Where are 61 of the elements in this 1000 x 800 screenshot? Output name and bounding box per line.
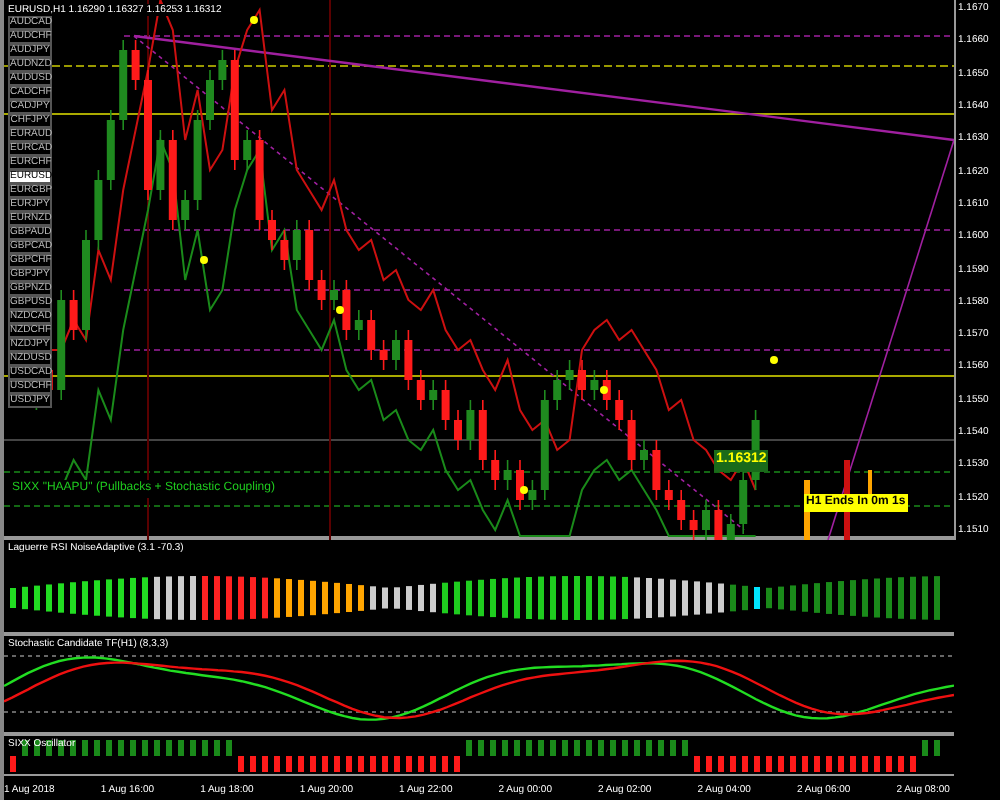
candlestick <box>243 129 252 171</box>
candlestick <box>94 169 103 251</box>
candlestick <box>491 449 500 491</box>
candlestick <box>57 289 66 401</box>
candlestick <box>466 399 475 451</box>
candlestick <box>206 69 214 131</box>
candlestick <box>255 129 264 231</box>
candlestick <box>689 509 698 540</box>
signal-dot <box>250 16 258 24</box>
candlestick <box>528 479 537 511</box>
candlestick <box>615 389 624 431</box>
candlestick <box>156 129 165 201</box>
candlestick <box>565 359 574 391</box>
candlestick <box>317 269 326 311</box>
candlestick <box>69 289 78 341</box>
candlestick <box>590 369 599 401</box>
candlestick <box>379 339 388 371</box>
candlestick <box>106 109 115 191</box>
candlestick <box>119 39 128 131</box>
candlestick <box>404 329 413 391</box>
signal-dot <box>520 486 528 494</box>
candlestick <box>367 309 376 361</box>
signal-dot <box>200 256 208 264</box>
candlestick <box>144 69 152 201</box>
candlestick <box>168 129 177 231</box>
candlestick <box>739 469 748 535</box>
candlestick <box>516 459 524 511</box>
candlestick <box>652 439 661 501</box>
candlestick <box>702 499 710 540</box>
candlestick <box>416 369 425 411</box>
candlestick <box>578 359 586 401</box>
signal-dot <box>600 386 608 394</box>
candlestick <box>540 389 549 501</box>
candlestick <box>330 279 338 311</box>
candlestick <box>553 369 562 411</box>
candlestick <box>280 229 289 271</box>
candlestick <box>640 439 648 471</box>
candlestick <box>726 513 735 540</box>
candlestick <box>131 39 140 91</box>
candlestick <box>181 189 190 231</box>
candlestick <box>429 379 438 411</box>
candlestick <box>478 399 487 471</box>
candlestick <box>354 309 363 341</box>
candlestick <box>305 219 314 291</box>
candlestick <box>342 279 351 341</box>
candlestick <box>714 499 723 540</box>
candlestick <box>82 229 90 341</box>
signal-dot <box>770 356 778 364</box>
candlestick <box>664 479 673 511</box>
candlestick <box>218 49 227 91</box>
candlestick <box>292 219 301 271</box>
signal-dot <box>336 306 344 314</box>
candlestick <box>268 209 276 251</box>
candlestick <box>441 379 450 431</box>
candlestick <box>503 459 512 491</box>
candlestick <box>677 489 686 531</box>
candlestick <box>392 329 400 371</box>
candlestick <box>454 409 462 451</box>
candlestick <box>193 109 202 211</box>
candlestick <box>627 409 636 471</box>
candlestick <box>230 49 239 171</box>
